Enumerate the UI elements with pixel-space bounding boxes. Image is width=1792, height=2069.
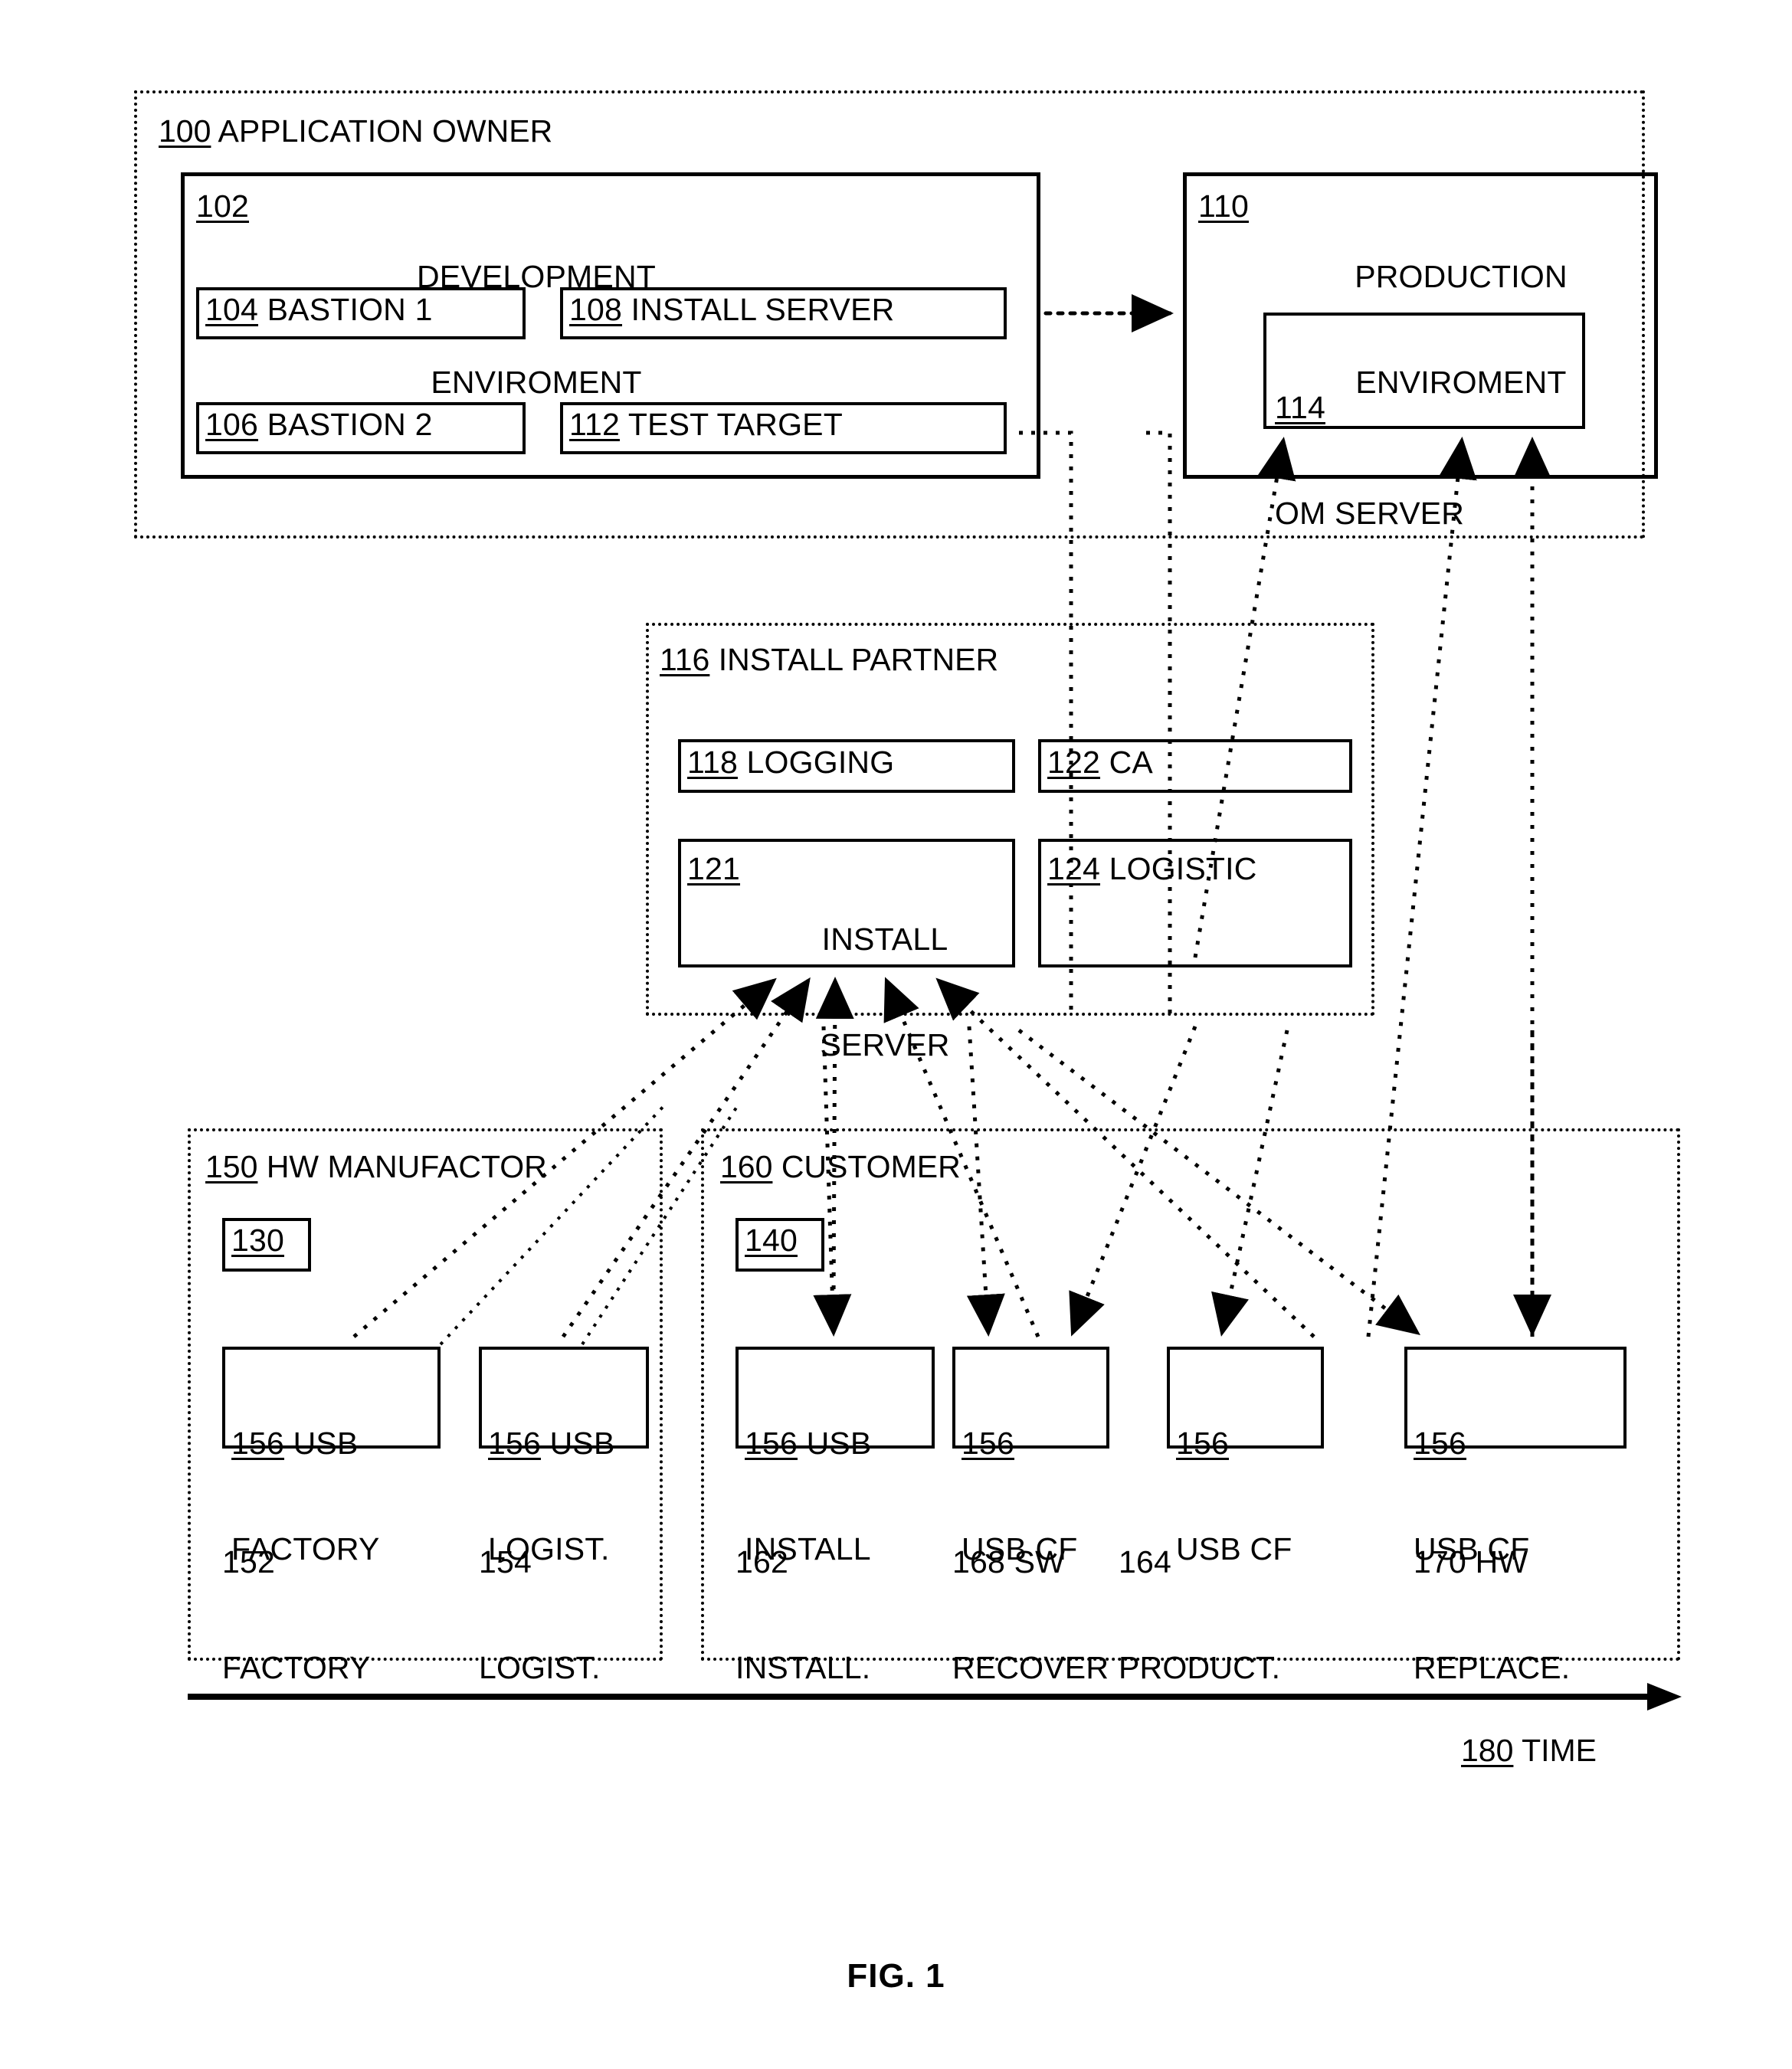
usb-1-caption-text: LOGIST.	[479, 1649, 601, 1685]
dev-env-line2: ENVIROMENT	[431, 364, 642, 400]
usb-1-line1: USB	[541, 1425, 615, 1461]
usb-4-caption: 164 PRODUCT.	[1119, 1475, 1280, 1756]
box-production-environment-ref: 110	[1198, 188, 1249, 224]
ref-180: 180	[1461, 1733, 1514, 1768]
timeline-label: 180 TIME	[1461, 1733, 1597, 1769]
box-bastion-2-label: 106 BASTION 2	[205, 407, 433, 442]
usb-1-ref: 156	[488, 1425, 542, 1461]
usb-0-caption-ref: 152	[222, 1544, 276, 1580]
zone-hw-manufactor-label: HW MANUFACTOR	[257, 1149, 547, 1184]
usb-5-caption: 170 HW REPLACE.	[1414, 1475, 1570, 1756]
ref-124: 124	[1047, 851, 1101, 886]
box-ca-label: 122 CA	[1047, 745, 1153, 780]
ref-160: 160	[720, 1149, 773, 1184]
usb-0-line1: USB	[284, 1425, 359, 1461]
ref-106: 106	[205, 407, 259, 442]
usb-1-caption-ref: 154	[479, 1544, 532, 1580]
ref-116: 116	[660, 642, 710, 677]
zone-install-partner-title: 116 INSTALL PARTNER	[660, 642, 998, 678]
om-server-name: OM SERVER	[1275, 495, 1465, 531]
usb-2-line1: USB	[798, 1425, 872, 1461]
usb-2-caption-text: INSTALL.	[735, 1649, 871, 1685]
usb-0-caption-text: FACTORY	[222, 1649, 371, 1685]
zone-application-owner-label: APPLICATION OWNER	[211, 113, 553, 149]
ref-100: 100	[159, 113, 211, 149]
box-logistic-label: 124 LOGISTIC	[1047, 851, 1257, 886]
box-logging-label: 118 LOGGING	[687, 745, 895, 780]
box-hw-node-130-label: 130	[231, 1223, 285, 1258]
usb-4-ref: 156	[1176, 1425, 1230, 1461]
usb-1-caption: 154 LOGIST.	[479, 1475, 601, 1756]
usb-2-ref: 156	[745, 1425, 798, 1461]
zone-hw-manufactor-title: 150 HW MANUFACTOR	[205, 1149, 547, 1185]
ref-104: 104	[205, 292, 259, 327]
usb-2-caption: 162 INSTALL.	[735, 1475, 870, 1756]
ref-114: 114	[1275, 389, 1325, 425]
usb-5-ref: 156	[1414, 1425, 1467, 1461]
box-development-environment-ref: 102	[196, 188, 250, 224]
zone-customer-label: CUSTOMER	[772, 1149, 961, 1184]
ref-108: 108	[569, 292, 623, 327]
usb-3-caption: 168 SW RECOVER	[952, 1475, 1109, 1756]
usb-5-caption-ref: 170 HW	[1414, 1544, 1528, 1580]
timeline-text: TIME	[1513, 1733, 1597, 1768]
box-install-server-partner-ref: 121	[687, 851, 741, 886]
usb-5-caption-text: REPLACE.	[1414, 1649, 1571, 1685]
install-server-line2: SERVER	[820, 1026, 950, 1062]
prod-env-line1: PRODUCTION	[1355, 258, 1568, 294]
box-om-server-label: 114 OM SERVER	[1275, 320, 1464, 601]
usb-2-caption-ref: 162	[735, 1544, 789, 1580]
ref-112: 112	[569, 407, 620, 442]
usb-0-ref: 156	[231, 1425, 285, 1461]
ref-150: 150	[205, 1149, 258, 1184]
usb-3-caption-text: RECOVER	[952, 1649, 1109, 1685]
usb-3-caption-ref: 168 SW	[952, 1544, 1066, 1580]
usb-3-ref: 156	[962, 1425, 1015, 1461]
box-install-server-dev-label: 108 INSTALL SERVER	[569, 292, 895, 327]
box-customer-node-140-label: 140	[745, 1223, 798, 1258]
patent-figure-page: 100 APPLICATION OWNER 102 DEVELOPMENT EN…	[0, 0, 1792, 2069]
zone-customer-title: 160 CUSTOMER	[720, 1149, 961, 1185]
usb-0-caption: 152 FACTORY	[222, 1475, 371, 1756]
ref-122: 122	[1047, 745, 1101, 780]
zone-install-partner-label: INSTALL PARTNER	[709, 642, 999, 677]
box-install-server-partner-label: INSTALL SERVER	[766, 852, 1004, 1133]
zone-application-owner-title: 100 APPLICATION OWNER	[159, 113, 552, 149]
install-server-line1: INSTALL	[821, 921, 948, 957]
usb-4-caption-ref: 164	[1119, 1544, 1172, 1580]
box-test-target-label: 112 TEST TARGET	[569, 407, 843, 442]
box-bastion-1-label: 104 BASTION 1	[205, 292, 433, 327]
figure-caption: FIG. 1	[847, 1957, 945, 1995]
usb-4-caption-text: PRODUCT.	[1119, 1649, 1281, 1685]
ref-118: 118	[687, 745, 738, 780]
